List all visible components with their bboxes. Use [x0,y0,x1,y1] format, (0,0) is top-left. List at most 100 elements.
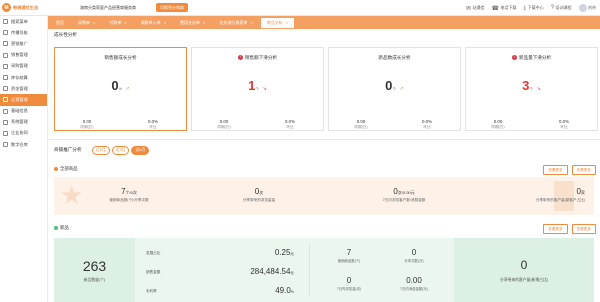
sidebar-item-inventory[interactable]: 库存结算 [0,72,47,83]
new-goods-more-button-1[interactable]: 查看更多 [543,224,568,234]
card-unit: 个 [392,87,396,91]
logo-text: 畅销通优生选 [13,4,39,10]
card-value-text: 0 [111,78,119,93]
mail-icon: ✉ [465,5,472,12]
growth-card-new-goods-decline[interactable]: ! 新品量下滑分析 3个 ↘ 0.00 同期(万) 0.0% 环比 [465,47,598,131]
tab-goods-analysis[interactable]: 商品分析 × [260,17,295,28]
header-item-mail[interactable]: ✉ 站通信 [466,5,485,12]
tab-label: 业务流行报表单 [219,19,248,25]
sidebar-item-nav[interactable]: 传播导航 [0,27,47,38]
close-icon[interactable]: × [250,20,252,25]
card-left-stat: 0.00 同期(万) [478,119,518,130]
new-goods-count-label: 新品数量(个) [83,278,106,282]
sidebar-item-label: 基础信息 [11,108,28,114]
sidebar: 搜索菜单 传播导航 营销推广 销售管理 采购管理 库存结算 资金管理 运营管理 … [0,16,48,302]
trend-up-icon: ↗ [125,86,130,92]
close-icon[interactable]: × [124,20,126,25]
sidebar-item-label: 采购管理 [11,63,28,69]
metric-value-text: 284,484.54 [250,267,291,276]
sidebar-item-purchase[interactable]: 采购管理 [0,61,47,72]
switch-distributor-button[interactable]: 切换到分销商 [156,3,188,12]
grid-cell: 7 营销新品数(个) [319,248,379,263]
collab-icon [3,130,8,136]
grid-cell: 0 7日内浏览量(次) [319,276,379,291]
tab-label: 调拨单入单 [140,19,161,25]
sales-icon [3,52,8,58]
card-title-text: 销售额下滑分析 [244,55,278,60]
stat-unit: 次 [259,190,264,195]
tab-home[interactable]: 首页 [50,18,70,28]
card-left-label: 同期(万) [217,125,231,129]
header-item-phone[interactable]: ☎ 电话下载 [492,5,517,12]
grid-value: 0.00 [406,276,422,285]
grid-cell: 0 分享次数(次) [384,248,444,263]
close-icon[interactable]: × [164,20,166,25]
card-unit: 个 [255,87,259,91]
sidebar-item-label: 系统管理 [11,119,28,125]
close-icon[interactable]: × [93,20,95,25]
tab-purchase-order[interactable]: 采购单 × [72,18,101,28]
sidebar-item-operations[interactable]: 运营管理 [0,94,47,106]
logo[interactable]: M 畅销通优生选 [0,0,48,16]
sidebar-item-label: 资金管理 [11,85,28,91]
metric-unit: % [290,290,294,294]
warning-icon: ! [511,55,517,61]
header-item-label: 站通信 [472,5,485,10]
all-goods-more-button-1[interactable]: 查看更多 [543,165,568,175]
trend-down-icon: ↘ [262,86,267,92]
new-goods-more-button-2[interactable]: 查看更多 [571,224,596,234]
card-left-label: 同期(万) [80,125,94,129]
sidebar-item-sales[interactable]: 销售管理 [0,50,47,61]
purchase-icon [3,63,8,69]
card-title-text: 新品量下滑分析 [518,55,552,60]
store-name[interactable]: 湖南分类家庭产品经营商服务商 [80,5,136,11]
card-left-label: 同期(万) [354,125,368,129]
stat-label: 营销商品数(个)/分享次数 [109,198,149,202]
growth-card-new-goods-growth[interactable]: 新品数成长分析 0个 ↗ 0.00 同期(万) 0.0% 环比 [328,47,461,131]
user-menu[interactable]: 刘舟 [578,4,596,12]
sidebar-item-warehouse[interactable]: 数字仓库 [0,139,47,150]
tab-report[interactable]: 业务流行报表单 × [213,18,258,28]
card-left-value: 0.00 [82,119,92,124]
card-right-value: 0.0% [558,119,569,124]
metric-unit: 元 [290,271,294,275]
top-right-tools: ✉ 站通信 ☎ 电话下载 ⤓ 下载中心 ? 培训课程 刘舟 [466,0,596,16]
sidebar-item-funds[interactable]: 资金管理 [0,83,47,94]
search-icon [3,19,8,25]
close-icon[interactable]: × [286,20,288,25]
period-filters: 近1月 近3月 近6月 [92,146,150,155]
card-right-label: 环比 [560,125,568,129]
tab-expense[interactable]: 费用支出单 × [174,18,211,28]
card-unit: 个 [529,87,533,91]
app: M 畅销通优生选 湖南分类家庭产品经营商服务商 切换到分销商 ✉ 站通信 ☎ 电话下… [0,0,600,302]
tab-payment[interactable]: 付款单 × [103,18,132,28]
filter-6-months[interactable]: 近6月 [131,146,150,155]
card-right-label: 环比 [423,125,431,129]
metric-value-text: 0.25 [274,248,291,257]
filter-3-months[interactable]: 近3月 [111,146,130,155]
filter-1-month[interactable]: 近1月 [92,146,110,155]
header-item-help[interactable]: ? 培训课程 [551,5,572,11]
all-goods-more-button-2[interactable]: 查看更多 [571,165,596,175]
sidebar-item-search[interactable]: 搜索菜单 [0,16,47,27]
growth-card-sales-decline[interactable]: ! 销售额下滑分析 1个 ↘ 0.00 同期(万) 0.0% 环比 [191,47,324,131]
section-divider [48,139,600,140]
tab-transfer[interactable]: 调拨单入单 × [135,18,172,28]
sidebar-item-system[interactable]: 系统管理 [0,117,47,128]
sidebar-item-collab[interactable]: 企业协同 [0,128,47,139]
sidebar-item-basic-info[interactable]: 基础信息 [0,106,47,117]
grid-cell: 0.00 7日内消费金额(元) [384,276,444,291]
card-left-stat: 0.00 同期(万) [341,119,381,130]
header-item-download[interactable]: ⤓ 下载中心 [524,5,544,12]
warehouse-icon [3,142,8,148]
close-icon[interactable]: × [203,20,205,25]
grid-label: 7日内消费金额(元) [400,287,428,291]
metric-label: 毛利率 [146,289,157,293]
card-title: 新品数成长分析 [329,55,460,61]
warning-icon: ! [237,55,243,61]
sidebar-item-marketing[interactable]: 营销推广 [0,38,47,49]
funds-icon [3,86,8,92]
card-left-value: 0.00 [493,119,503,124]
stat-label: 分享带来的客户量(新客户占比) [535,198,585,202]
growth-card-sales-growth[interactable]: 销售额成长分析 0% ↗ 0.00 同期(万) 0.0% 环比 [54,47,187,131]
